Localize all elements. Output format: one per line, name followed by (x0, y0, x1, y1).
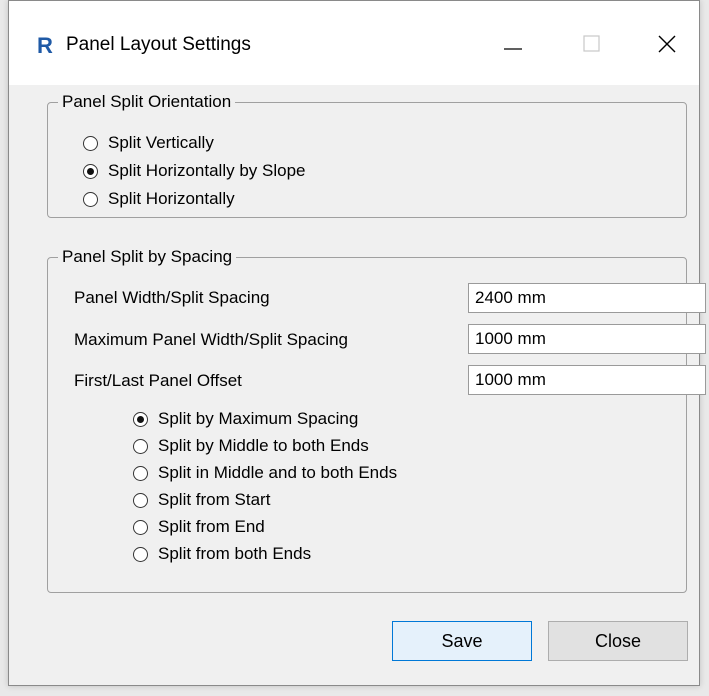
panel-width-label: Panel Width/Split Spacing (74, 288, 270, 307)
radio-label: Split by Maximum Spacing (158, 409, 359, 428)
radio-label: Split Horizontally (108, 189, 235, 208)
dialog-window: R Panel Layout Settings Panel Split Orie… (8, 0, 706, 686)
max-panel-width-label: Maximum Panel Width/Split Spacing (74, 330, 349, 349)
max-panel-width-input[interactable] (468, 324, 706, 354)
radio-label: Split Horizontally by Slope (108, 161, 306, 180)
radio-button-selected[interactable] (133, 411, 148, 427)
minimize-icon (504, 48, 522, 50)
radio-split-by-max-spacing[interactable]: Split by Maximum Spacing (133, 407, 358, 431)
radio-label: Split by Middle to both Ends (158, 436, 369, 455)
save-button[interactable]: Save (392, 621, 532, 661)
first-last-offset-label: First/Last Panel Offset (74, 371, 242, 390)
radio-split-from-both-ends[interactable]: Split from both Ends (133, 542, 311, 566)
maximize-icon (583, 35, 600, 52)
radio-label: Split Vertically (108, 133, 214, 152)
first-last-offset-input[interactable] (468, 365, 706, 395)
revit-app-icon: R (37, 33, 53, 58)
radio-label: Split from Start (158, 490, 271, 509)
radio-label: Split in Middle and to both Ends (158, 463, 398, 482)
maximize-button[interactable] (564, 21, 620, 67)
orientation-group-legend: Panel Split Orientation (58, 90, 236, 114)
radio-label: Split from End (158, 517, 265, 536)
title-bar[interactable]: R Panel Layout Settings (9, 1, 699, 85)
close-window-button[interactable] (639, 21, 695, 67)
radio-button[interactable] (133, 465, 148, 481)
minimize-button[interactable] (485, 21, 541, 67)
radio-button-selected[interactable] (83, 163, 98, 179)
radio-split-from-end[interactable]: Split from End (133, 515, 265, 539)
window-title: Panel Layout Settings (66, 34, 251, 55)
radio-split-horizontally[interactable]: Split Horizontally (83, 187, 235, 211)
panel-width-input[interactable] (468, 283, 706, 313)
radio-label: Split from both Ends (158, 544, 312, 563)
close-icon (658, 35, 676, 53)
radio-button[interactable] (133, 519, 148, 535)
close-button[interactable]: Close (548, 621, 688, 661)
radio-button[interactable] (133, 438, 148, 454)
radio-button[interactable] (133, 546, 148, 562)
orientation-groupbox: Panel Split Orientation Split Vertically… (47, 90, 687, 218)
spacing-group-legend: Panel Split by Spacing (58, 245, 237, 269)
radio-split-from-start[interactable]: Split from Start (133, 488, 270, 512)
radio-split-horizontally-by-slope[interactable]: Split Horizontally by Slope (83, 159, 305, 183)
radio-button[interactable] (83, 191, 98, 207)
radio-button[interactable] (133, 492, 148, 508)
radio-split-vertically[interactable]: Split Vertically (83, 131, 214, 155)
radio-button[interactable] (83, 135, 98, 151)
radio-split-by-middle-to-both-ends[interactable]: Split by Middle to both Ends (133, 434, 369, 458)
radio-split-in-middle-and-both-ends[interactable]: Split in Middle and to both Ends (133, 461, 397, 485)
spacing-groupbox: Panel Split by Spacing Panel Width/Split… (47, 245, 706, 593)
